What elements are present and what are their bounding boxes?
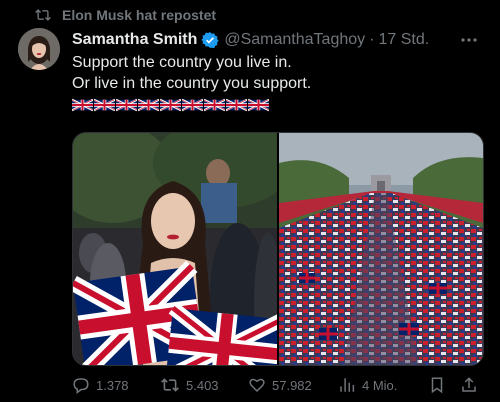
repost-icon [160,377,180,393]
more-icon[interactable] [460,33,478,45]
photo-crowd-with-flags[interactable] [279,133,483,365]
author-name[interactable]: Samantha Smith [72,31,197,49]
like-count: 57.982 [272,377,312,393]
photo-woman-with-flag[interactable] [73,133,277,365]
media-grid[interactable] [72,132,484,366]
share-button[interactable] [460,374,478,396]
repost-icon [34,8,52,22]
bookmark-button[interactable] [428,374,446,396]
post-header: Samantha Smith @SamanthaTaghoy · 17 Std. [72,30,484,50]
uk-flag-emoji [182,98,203,112]
action-bar: 1.378 5.403 57.982 4 Mio. [72,374,486,396]
uk-flag-emoji [248,98,269,112]
reply-icon [72,376,90,394]
uk-flag-emoji [116,98,137,112]
author-handle[interactable]: @SamanthaTaghoy [224,31,365,49]
reply-button[interactable]: 1.378 [72,374,129,396]
uk-flag-emoji [94,98,115,112]
post-text: Support the country you live in. Or live… [72,52,484,94]
views-count: 4 Mio. [362,377,398,393]
views-button[interactable]: 4 Mio. [338,374,397,396]
post-text-line: Support the country you live in. [72,54,292,71]
uk-flag-emoji [138,98,159,112]
analytics-icon [338,376,356,394]
flag-emoji-row [72,98,269,112]
uk-flag-emoji [226,98,247,112]
bookmark-icon [428,376,446,394]
post-time[interactable]: 17 Std. [378,31,429,49]
verified-badge-icon[interactable] [201,31,219,49]
post-text-line: Or live in the country you support. [72,75,312,92]
uk-flag-emoji [204,98,225,112]
separator-dot: · [369,31,375,48]
reply-count: 1.378 [96,377,129,393]
repost-button[interactable]: 5.403 [160,374,219,396]
uk-flag-emoji [160,98,181,112]
share-icon [460,376,478,394]
uk-flag-emoji [72,98,93,112]
heart-icon [248,376,266,394]
avatar[interactable] [18,28,60,70]
like-button[interactable]: 57.982 [248,374,312,396]
repost-count: 5.403 [186,377,219,393]
repost-label: Elon Musk hat repostet [62,7,217,23]
repost-indicator[interactable]: Elon Musk hat repostet [34,6,216,24]
post[interactable]: Elon Musk hat repostet Samantha Smith @S… [0,0,500,402]
